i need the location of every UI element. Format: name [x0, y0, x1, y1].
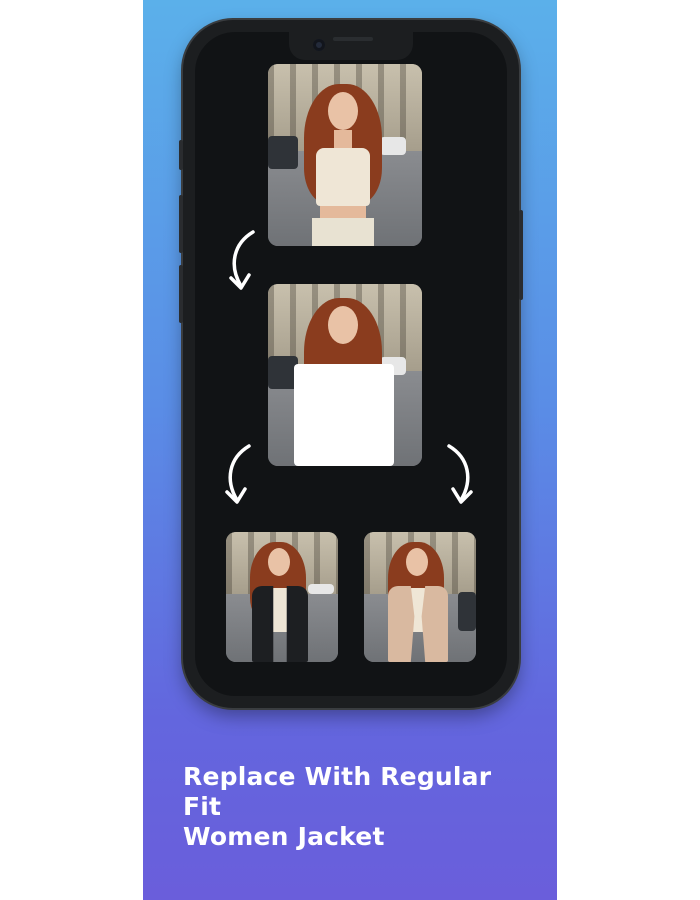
- speaker-grille: [333, 37, 373, 41]
- phone-screen: [195, 32, 507, 696]
- curved-arrow-down-right-icon: [447, 444, 473, 504]
- result-black-jacket: [226, 532, 338, 662]
- curved-arrow-down-left-icon: [225, 444, 251, 504]
- caption-line-1: Replace With Regular Fit: [183, 762, 492, 821]
- mute-switch: [179, 140, 183, 170]
- volume-up-button: [179, 195, 183, 253]
- caption-line-2: Women Jacket: [183, 822, 385, 851]
- clothing-mask: [294, 364, 394, 466]
- result-beige-jacket: [364, 532, 476, 662]
- front-camera-icon: [313, 39, 325, 51]
- power-button: [519, 210, 523, 300]
- masked-photo: [268, 284, 422, 466]
- curved-arrow-down-icon: [229, 230, 255, 290]
- volume-down-button: [179, 265, 183, 323]
- original-photo: [268, 64, 422, 246]
- phone-mockup: [179, 20, 523, 708]
- notch: [289, 32, 413, 60]
- promo-panel: Replace With Regular Fit Women Jacket: [143, 0, 557, 900]
- caption: Replace With Regular Fit Women Jacket: [183, 762, 523, 852]
